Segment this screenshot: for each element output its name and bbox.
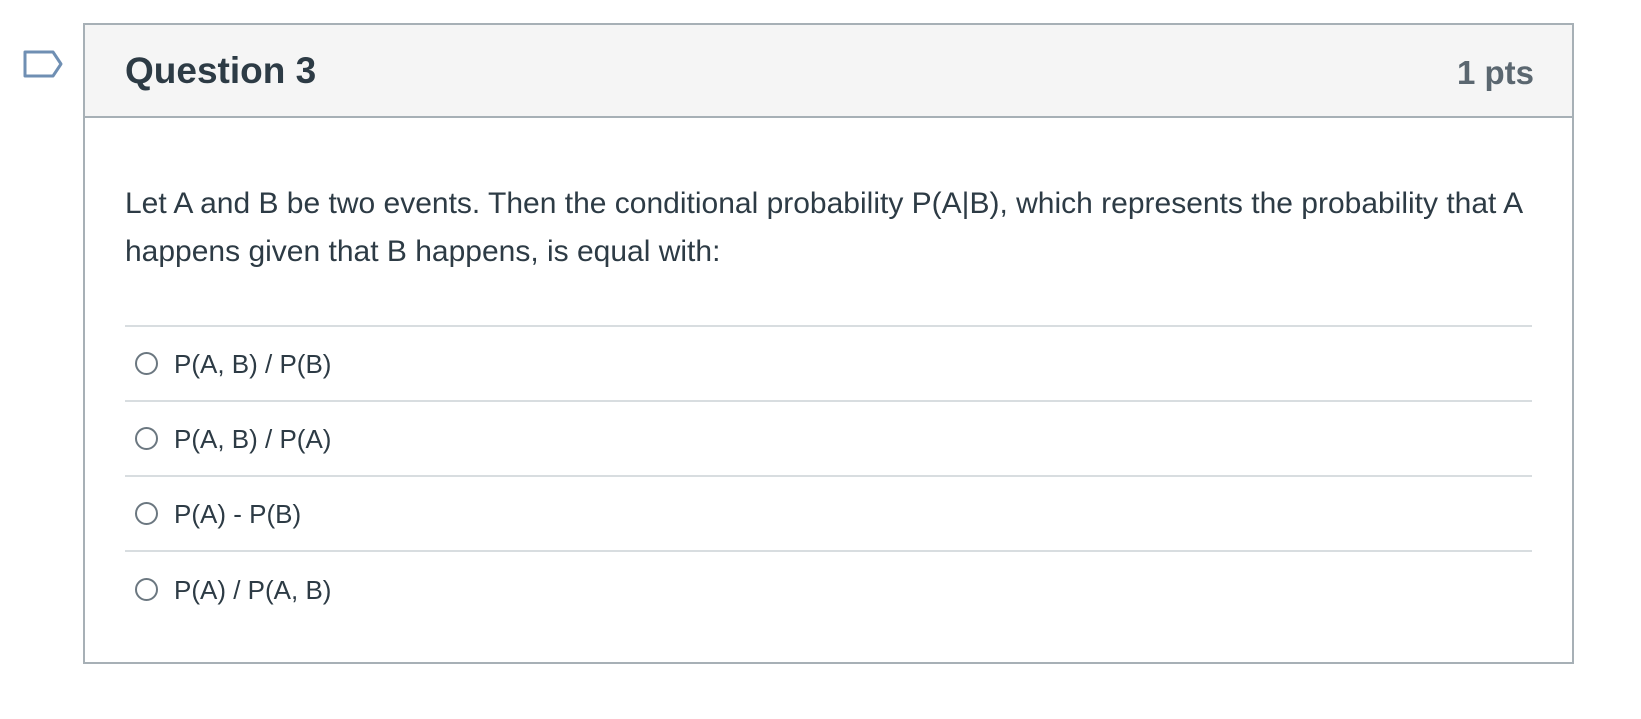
answer-label: P(A, B) / P(B)	[174, 348, 332, 379]
radio-button[interactable]	[135, 352, 158, 375]
question-text: Let A and B be two events. Then the cond…	[125, 187, 1522, 268]
answer-label: P(A) / P(A, B)	[174, 574, 332, 605]
answer-label: P(A, B) / P(A)	[174, 423, 332, 454]
radio-button[interactable]	[135, 578, 158, 601]
question-title: Question 3	[125, 50, 317, 91]
radio-button[interactable]	[135, 502, 158, 525]
answer-option[interactable]: P(A, B) / P(B)	[125, 327, 1532, 402]
question-card: Question 3 1 pts Let A and B be two even…	[83, 23, 1574, 664]
radio-button[interactable]	[135, 427, 158, 450]
answer-option[interactable]: P(A, B) / P(A)	[125, 402, 1532, 477]
question-points: 1 pts	[1456, 54, 1534, 91]
question-body: Let A and B be two events. Then the cond…	[85, 118, 1572, 627]
quiz-page: Question 3 1 pts Let A and B be two even…	[0, 0, 1641, 719]
question-header: Question 3 1 pts	[85, 25, 1572, 118]
flag-question-icon[interactable]	[23, 50, 63, 82]
answer-option[interactable]: P(A) - P(B)	[125, 477, 1532, 552]
answer-option[interactable]: P(A) / P(A, B)	[125, 552, 1532, 627]
answer-label: P(A) - P(B)	[174, 498, 302, 529]
answer-list: P(A, B) / P(B) P(A, B) / P(A) P(A) - P(B…	[125, 325, 1532, 627]
